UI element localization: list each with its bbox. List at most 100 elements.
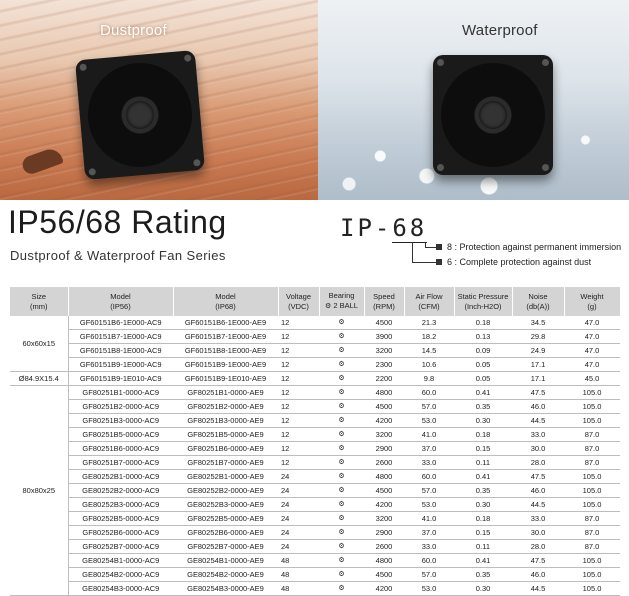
cell-noise: 17.1: [512, 371, 564, 386]
cell-bearing: ⚙: [319, 483, 364, 498]
col-header-bearing: Bearing ⚙ 2 BALL: [319, 287, 365, 316]
cell-airflow: 14.5: [404, 343, 454, 358]
cell-model-ip68: GF60151B8-1E000-AE9: [173, 343, 278, 358]
table-row: GE80254B3-0000-AC9 GE80254B3-0000-AE9 48 ⚙ 4…: [10, 581, 620, 596]
cell-model-ip68: GF60151B6-1E000-AE9: [173, 316, 278, 330]
cell-noise: 28.0: [512, 455, 564, 470]
cell-voltage: 12: [278, 343, 319, 358]
cell-static-pressure: 0.13: [454, 329, 512, 344]
cell-voltage: 24: [278, 483, 319, 498]
cell-model-ip68: GF60151B9-1E000-AE9: [173, 357, 278, 372]
table-row: GE80252B2-0000-AC9 GE80252B2-0000-AE9 24 ⚙ 4…: [10, 483, 620, 498]
cell-model-ip68: GE80254B1-0000-AE9: [173, 553, 278, 568]
cell-weight: 87.0: [564, 427, 620, 442]
cell-voltage: 12: [278, 385, 319, 400]
ball-bearing-icon: ⚙: [338, 431, 345, 438]
cell-weight: 105.0: [564, 483, 620, 498]
cell-airflow: 21.3: [404, 316, 454, 330]
cell-model-ip68: GF80252B6-0000-AE9: [173, 525, 278, 540]
cell-weight: 87.0: [564, 441, 620, 456]
cell-bearing: ⚙: [319, 581, 364, 596]
cell-voltage: 12: [278, 357, 319, 372]
cell-voltage: 24: [278, 469, 319, 484]
waterproof-label: Waterproof: [462, 22, 538, 39]
cell-static-pressure: 0.05: [454, 371, 512, 386]
cell-weight: 105.0: [564, 469, 620, 484]
cell-model-ip56: GE80252B1-0000-AC9: [68, 469, 173, 484]
cell-noise: 46.0: [512, 399, 564, 414]
ip-connector-line: [412, 262, 436, 263]
cell-static-pressure: 0.41: [454, 385, 512, 400]
cell-static-pressure: 0.11: [454, 455, 512, 470]
ball-bearing-icon: ⚙: [338, 515, 345, 522]
cell-speed: 3200: [364, 427, 404, 442]
cell-bearing: ⚙: [319, 371, 364, 386]
cell-weight: 87.0: [564, 525, 620, 540]
col-header-weight: Weight (g): [564, 287, 621, 316]
cell-speed: 3900: [364, 329, 404, 344]
cell-bearing: ⚙: [319, 316, 364, 330]
cell-weight: 47.0: [564, 316, 620, 330]
ip-note-dust: 6 : Complete protection against dust: [447, 257, 592, 267]
cell-model-ip68: GE80252B1-0000-AE9: [173, 469, 278, 484]
cell-speed: 2200: [364, 371, 404, 386]
cell-noise: 17.1: [512, 357, 564, 372]
col-header-size: Size (mm): [10, 287, 69, 316]
ip-bullet: [436, 259, 442, 265]
cell-noise: 33.0: [512, 427, 564, 442]
cell-bearing: ⚙: [319, 427, 364, 442]
cell-voltage: 24: [278, 511, 319, 526]
table-body: 60x60x15 GF60151B6-1E000-AC9 GF60151B6-1E0…: [10, 316, 620, 596]
cell-airflow: 33.0: [404, 455, 454, 470]
col-header-voltage: Voltage (VDC): [278, 287, 320, 316]
fan-image-dustproof: [74, 49, 206, 181]
cell-voltage: 12: [278, 371, 319, 386]
ball-bearing-icon: ⚙: [338, 445, 345, 452]
cell-speed: 3200: [364, 343, 404, 358]
cell-model-ip68: GF80251B1-0000-AE9: [173, 385, 278, 400]
cell-airflow: 57.0: [404, 483, 454, 498]
cell-model-ip68: GE80252B2-0000-AE9: [173, 483, 278, 498]
cell-noise: 33.0: [512, 511, 564, 526]
cell-weight: 105.0: [564, 413, 620, 428]
cell-weight: 105.0: [564, 497, 620, 512]
cell-speed: 4800: [364, 553, 404, 568]
cell-model-ip68: GF60151B9-1E010-AE9: [173, 371, 278, 386]
cell-noise: 44.5: [512, 581, 564, 596]
cell-model-ip68: GE80254B3-0000-AE9: [173, 581, 278, 596]
cell-noise: 28.0: [512, 539, 564, 554]
col-header-airflow: Air Flow (CFM): [404, 287, 455, 316]
cell-model-ip56: GF60151B9-1E000-AC9: [68, 357, 173, 372]
table-row: 60x60x15 GF60151B6-1E000-AC9 GF60151B6-1E0…: [10, 316, 620, 372]
ball-bearing-icon: ⚙: [338, 501, 345, 508]
table-row: GF60151B7-1E000-AC9 GF60151B7-1E000-AE9 12…: [10, 329, 620, 344]
cell-model-ip68: GF60151B7-1E000-AE9: [173, 329, 278, 344]
cell-bearing: ⚙: [319, 343, 364, 358]
cell-weight: 87.0: [564, 539, 620, 554]
cell-voltage: 12: [278, 413, 319, 428]
cell-model-ip56: GE80254B2-0000-AC9: [68, 567, 173, 582]
table-row: GE80254B2-0000-AC9 GE80254B2-0000-AE9 48 ⚙ 4…: [10, 567, 620, 582]
cell-speed: 4800: [364, 385, 404, 400]
cell-static-pressure: 0.18: [454, 316, 512, 330]
ball-bearing-icon: ⚙: [338, 403, 345, 410]
cell-bearing: ⚙: [319, 399, 364, 414]
cell-static-pressure: 0.15: [454, 525, 512, 540]
cell-speed: 2600: [364, 539, 404, 554]
table-row: Ø84.9X15.4 GF60151B9-1E010-AC9 GF60151B9-1…: [10, 371, 620, 386]
cell-weight: 87.0: [564, 455, 620, 470]
table-row: GF80251B6-0000-AC9 GF80251B6-0000-AE9 12 ⚙ 2…: [10, 441, 620, 456]
cell-voltage: 12: [278, 316, 319, 330]
cell-voltage: 12: [278, 427, 319, 442]
cell-noise: 24.9: [512, 343, 564, 358]
cell-voltage: 48: [278, 581, 319, 596]
table-row: GF80252B7-0000-AC9 GF80252B7-0000-AE9 24 ⚙ 2…: [10, 539, 620, 554]
col-header-static-pressure: Static Pressure (Inch-H2O): [454, 287, 513, 316]
cell-weight: 105.0: [564, 399, 620, 414]
fan-image-waterproof: [433, 55, 553, 175]
cell-static-pressure: 0.18: [454, 511, 512, 526]
ip-note-immersion: 8 : Protection against permanent immersi…: [447, 242, 622, 252]
cell-speed: 4500: [364, 483, 404, 498]
cell-weight: 47.0: [564, 329, 620, 344]
table-row: GF60151B8-1E000-AC9 GF60151B8-1E000-AE9 12…: [10, 343, 620, 358]
